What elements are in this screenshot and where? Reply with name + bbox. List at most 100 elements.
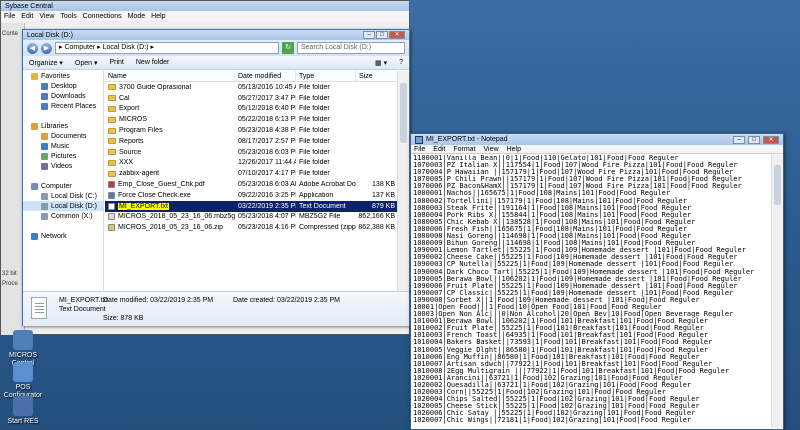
- refresh-icon[interactable]: ↻: [282, 42, 294, 54]
- view-options-icon[interactable]: ▦ ▾: [375, 59, 387, 67]
- close-button[interactable]: ✕: [763, 135, 779, 144]
- explorer-title: Local Disk (D:): [27, 31, 73, 39]
- column-header-name[interactable]: Name: [105, 71, 235, 81]
- scroll-thumb[interactable]: [774, 165, 781, 205]
- file-row[interactable]: 3700 Guide Oprasional 05/13/2016 10:45 AM…: [105, 82, 399, 93]
- sybase-menu-tools[interactable]: Tools: [60, 13, 76, 20]
- notepad-menu-file[interactable]: File: [414, 146, 425, 153]
- desktop-icon-pos-configurator[interactable]: POS Configurator: [2, 362, 44, 400]
- file-row[interactable]: Emp_Close_Guest_Chk.pdf 05/23/2018 6:03 A…: [105, 179, 399, 190]
- nav-item-favorites[interactable]: Favorites: [23, 71, 103, 81]
- nav-item-common-x[interactable]: Common (X:): [23, 211, 103, 221]
- file-name: Emp_Close_Guest_Chk.pdf: [118, 181, 205, 189]
- file-row[interactable]: MI_EXPORT.txt 03/22/2019 2:35 PM Text Docu…: [105, 200, 399, 212]
- sybase-menu-bar: File Edit View Tools Connections Mode Help: [1, 11, 409, 21]
- sybase-menu-mode[interactable]: Mode: [128, 13, 146, 20]
- nav-icon: [41, 92, 48, 100]
- nav-item-desktop[interactable]: Desktop: [23, 81, 103, 91]
- maximize-button[interactable]: □: [748, 135, 760, 144]
- folder-icon: [108, 116, 116, 123]
- address-bar[interactable]: ▸ Computer ▸ Local Disk (D:) ▸: [55, 42, 279, 54]
- nav-item-downloads[interactable]: Downloads: [23, 91, 103, 101]
- details-size: Size: 878 KB: [103, 315, 144, 322]
- file-row[interactable]: Force Close Check.exe 09/22/2016 3:25 PM A…: [105, 190, 399, 201]
- file-name: Cal: [119, 94, 130, 102]
- notepad-menu-help[interactable]: Help: [507, 146, 521, 153]
- sybase-menu-view[interactable]: View: [39, 13, 54, 20]
- sybase-menu-help[interactable]: Help: [151, 13, 165, 20]
- file-name: MICROS: [119, 116, 147, 124]
- file-row[interactable]: Source 05/23/2018 6:03 PM File folder: [105, 147, 399, 158]
- file-row[interactable]: zabbix-agent 07/10/2017 4:17 PM File folde…: [105, 168, 399, 179]
- notepad-title-bar[interactable]: MI_EXPORT.txt - Notepad – □ ✕: [411, 134, 783, 145]
- help-icon[interactable]: ?: [399, 59, 403, 66]
- column-header-size[interactable]: Size: [356, 71, 399, 81]
- sybase-menu-file[interactable]: File: [4, 13, 15, 20]
- navigation-pane: Favorites Desktop Downloads Recent Places Li…: [23, 71, 104, 291]
- file-row[interactable]: XXX 12/26/2017 11:44 AMFile folder: [105, 158, 399, 169]
- new-folder-button[interactable]: New folder: [136, 59, 169, 66]
- scroll-thumb[interactable]: [400, 83, 407, 143]
- details-type: Text Document: [59, 306, 106, 313]
- nav-item-network[interactable]: Network: [23, 231, 103, 241]
- sybase-menu-connections[interactable]: Connections: [83, 13, 122, 20]
- minimize-button[interactable]: –: [733, 135, 745, 144]
- open-button[interactable]: Open ▾: [75, 59, 98, 67]
- file-row[interactable]: Program Files 05/23/2018 4:38 PM File fold…: [105, 125, 399, 136]
- file-name-cell: Export: [105, 105, 235, 112]
- file-row[interactable]: MICROS_2018_05_23_16_06.mbz5g2 05/23/2018…: [105, 212, 399, 223]
- nav-item-documents[interactable]: Documents: [23, 131, 103, 141]
- forward-arrow-icon[interactable]: ▶: [41, 42, 52, 54]
- details-filename: MI_EXPORT.txt: [59, 297, 108, 304]
- search-input[interactable]: Search Local Disk (D:): [297, 42, 405, 54]
- nav-item-local-disk-d[interactable]: Local Disk (D:): [23, 201, 103, 211]
- file-type-cell: File folder: [299, 137, 330, 145]
- nav-item-recent-places[interactable]: Recent Places: [23, 101, 103, 111]
- sybase-title-bar[interactable]: Sybase Central: [1, 1, 409, 11]
- notepad-menu-edit[interactable]: Edit: [433, 146, 445, 153]
- file-name-cell: zabbix-agent: [105, 170, 235, 177]
- notepad-menu-format[interactable]: Format: [453, 146, 475, 153]
- file-name: Export: [119, 105, 140, 113]
- nav-item-libraries[interactable]: Libraries: [23, 121, 103, 131]
- back-arrow-icon[interactable]: ◀: [27, 42, 38, 54]
- nav-item-label: Downloads: [51, 92, 86, 100]
- file-row[interactable]: MICROS_2018_05_23_16_06.zip 05/23/2018 4:…: [105, 222, 399, 233]
- nav-icon: [41, 132, 48, 140]
- nav-item-label: Common (X:): [51, 212, 93, 220]
- explorer-window[interactable]: Local Disk (D:) – □ ✕ ◀ ▶ ▸ Computer ▸ L…: [22, 29, 410, 326]
- sybase-menu-edit[interactable]: Edit: [21, 13, 33, 20]
- column-header-type[interactable]: Type: [296, 71, 356, 81]
- close-button[interactable]: ✕: [389, 31, 405, 39]
- file-row[interactable]: Export 05/12/2018 6:40 PM File folder: [105, 104, 399, 115]
- organize-button[interactable]: Organize ▾: [29, 59, 63, 67]
- nav-item-pictures[interactable]: Pictures: [23, 151, 103, 161]
- file-row[interactable]: MICROS 05/22/2018 6:13 PM File folder: [105, 114, 399, 125]
- file-row[interactable]: Reports 08/17/2017 2:57 PM File folder: [105, 136, 399, 147]
- explorer-title-bar[interactable]: Local Disk (D:) – □ ✕: [23, 30, 409, 40]
- file-type-cell: MBZ5G2 File: [299, 213, 341, 221]
- file-type-cell: File folder: [299, 105, 330, 113]
- file-list-scrollbar[interactable]: [397, 71, 409, 291]
- nav-item-videos[interactable]: Videos: [23, 161, 103, 171]
- notepad-menu-view[interactable]: View: [484, 146, 499, 153]
- maximize-button[interactable]: □: [376, 31, 388, 39]
- file-name-cell: Force Close Check.exe: [105, 191, 235, 199]
- notepad-text-area[interactable]: 1100001|Vanilla Bean||0|1|Food|110|Gelat…: [413, 155, 771, 428]
- file-date-cell: 05/23/2018 4:16 PM: [238, 224, 296, 232]
- folder-icon: [108, 170, 116, 177]
- nav-item-music[interactable]: Music: [23, 141, 103, 151]
- nav-item-local-disk-c[interactable]: Local Disk (C:): [23, 191, 103, 201]
- file-name-cell: XXX: [105, 159, 235, 166]
- nav-item-computer[interactable]: Computer: [23, 181, 103, 191]
- notepad-window[interactable]: MI_EXPORT.txt - Notepad – □ ✕ File Edit Fo…: [410, 133, 784, 430]
- column-header-date[interactable]: Date modified: [235, 71, 296, 81]
- minimize-button[interactable]: –: [363, 31, 375, 39]
- sybase-strip-label: Conte: [2, 31, 19, 37]
- notepad-scrollbar[interactable]: [771, 155, 783, 428]
- print-button[interactable]: Print: [109, 59, 123, 66]
- desktop-icon-start-res[interactable]: Start RES: [2, 396, 44, 426]
- file-type-cell: Text Document: [299, 202, 346, 210]
- file-row[interactable]: Cal 05/27/2017 3:47 PM File folder: [105, 93, 399, 104]
